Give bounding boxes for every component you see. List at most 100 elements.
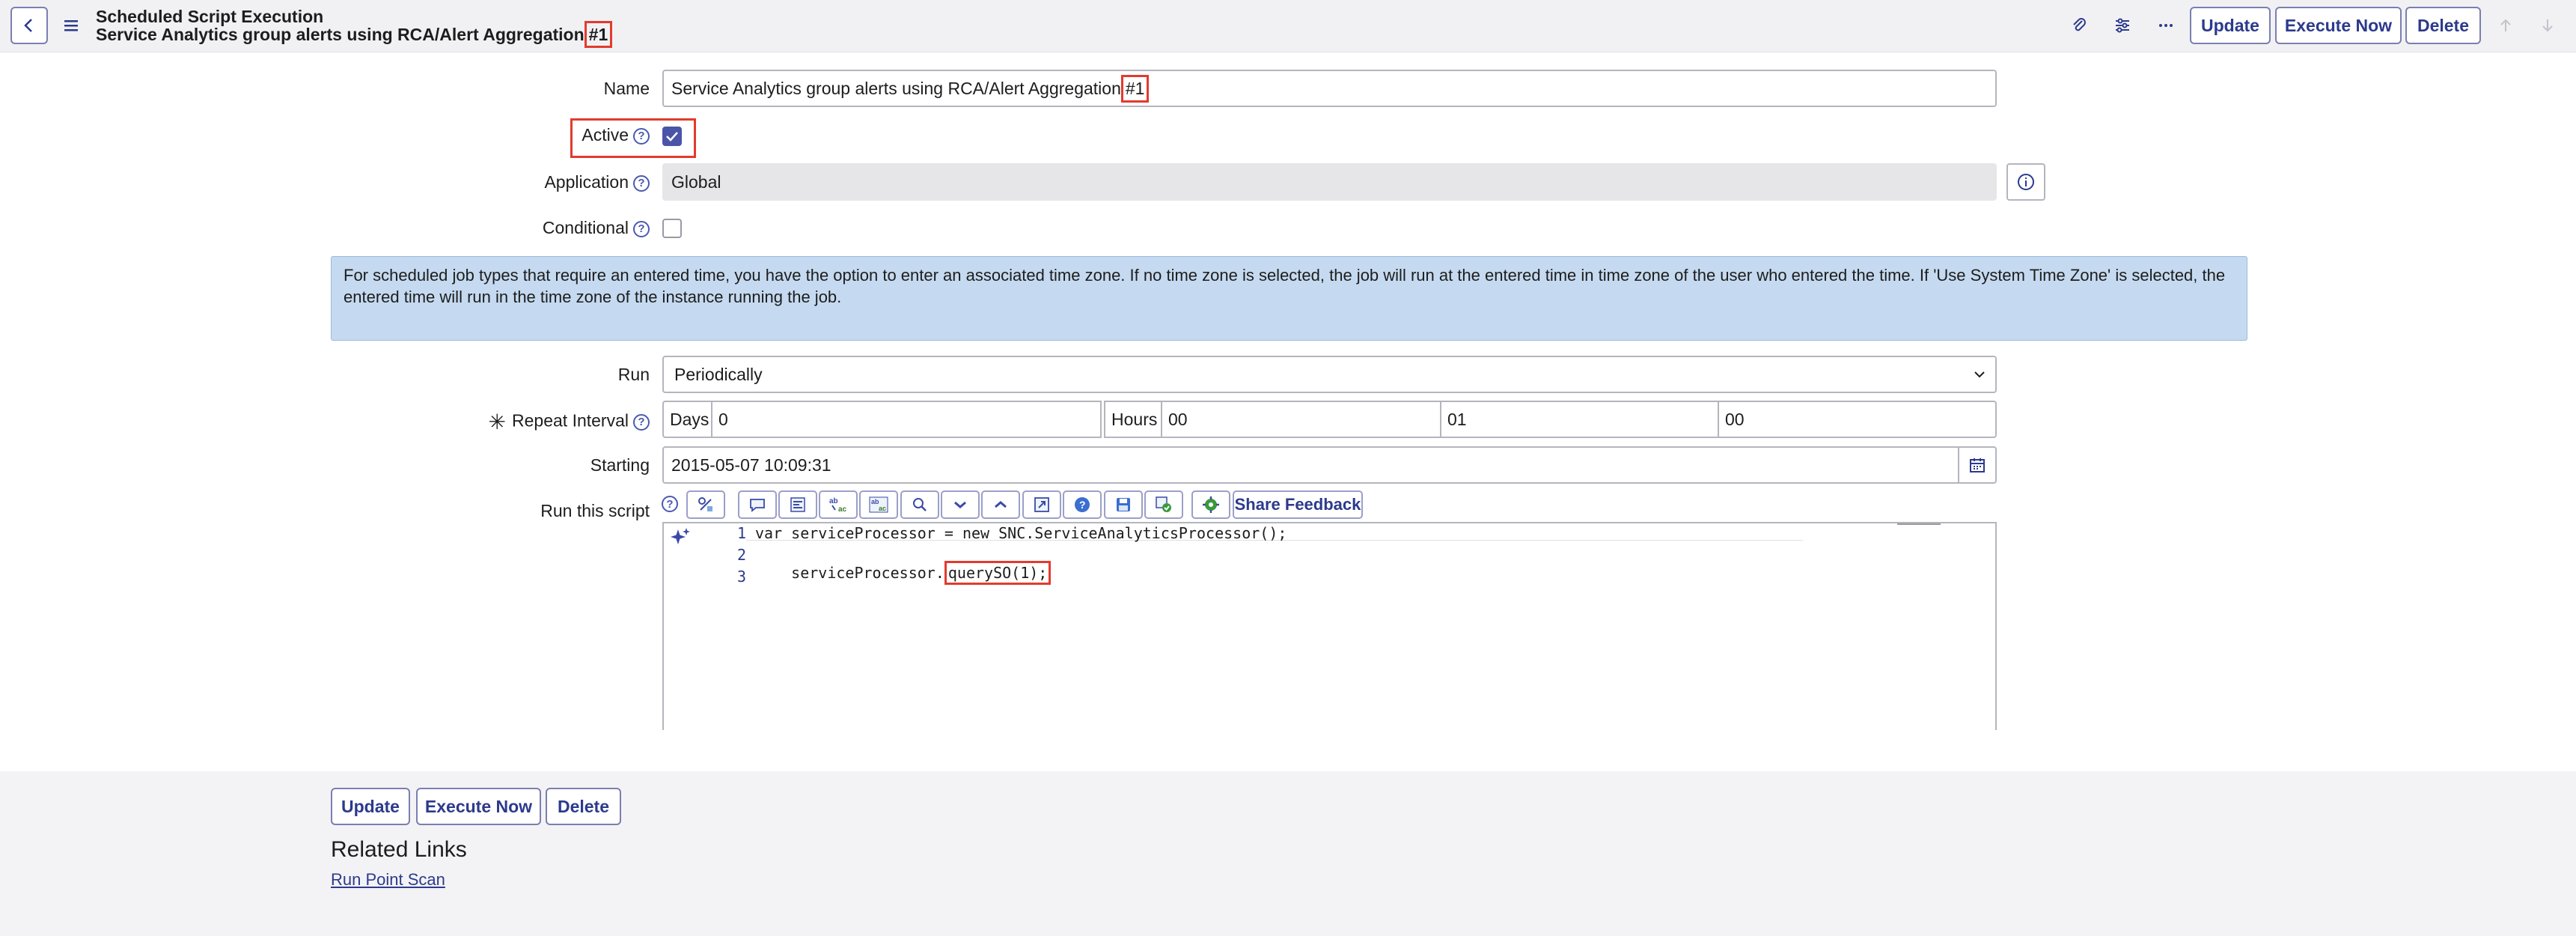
days-label: Days — [662, 401, 712, 438]
run-select[interactable]: Periodically — [662, 356, 1997, 393]
run-point-scan-link[interactable]: Run Point Scan — [331, 870, 445, 890]
starting-value: 2015-05-07 10:09:31 — [671, 455, 831, 475]
date-picker-button[interactable] — [1958, 446, 1997, 484]
application-info-button[interactable] — [2006, 163, 2045, 201]
name-label: Name — [603, 79, 650, 98]
editor-ruler-mark — [1897, 523, 1941, 525]
days-input[interactable]: 0 — [711, 401, 1102, 438]
related-links-title: Related Links — [331, 837, 467, 862]
gear-icon — [1203, 496, 1219, 513]
seconds-value: 00 — [1725, 409, 1745, 429]
search-icon — [913, 498, 927, 511]
conditional-checkbox[interactable] — [662, 219, 682, 238]
chevron-up-icon — [995, 501, 1007, 508]
application-label-text: Application — [544, 172, 629, 192]
next-record-button[interactable] — [2534, 12, 2561, 39]
name-field-suffix: #1 — [1120, 74, 1150, 103]
script-tools-button[interactable] — [1191, 490, 1230, 519]
debug-icon — [1156, 496, 1171, 512]
hours-label: Hours — [1104, 401, 1162, 438]
checkmark-icon — [666, 132, 678, 142]
expand-icon — [1034, 497, 1049, 512]
code-line-1: var serviceProcessor = new SNC.ServiceAn… — [755, 524, 1287, 542]
script-debugger-button[interactable] — [1144, 490, 1183, 519]
name-field[interactable]: Service Analytics group alerts using RCA… — [662, 70, 1997, 107]
help-button[interactable]: ? — [1063, 490, 1102, 519]
personalize-form-button[interactable] — [2109, 12, 2136, 39]
help-icon[interactable]: ? — [633, 413, 650, 431]
header-delete-button[interactable]: Delete — [2405, 7, 2481, 44]
code-line-2: serviceProcessor. querySO(1); — [755, 543, 1052, 603]
code-line-2-text: serviceProcessor. — [791, 564, 944, 582]
search-button[interactable] — [900, 490, 939, 519]
footer-update-button[interactable]: Update — [331, 788, 410, 825]
name-field-value: Service Analytics group alerts using RCA… — [671, 78, 1121, 98]
ellipsis-icon — [2159, 24, 2173, 27]
active-label: Active? — [582, 125, 650, 145]
starting-label: Starting — [590, 455, 650, 475]
replace-button[interactable]: ab ac — [819, 490, 858, 519]
svg-text:ac: ac — [838, 505, 847, 514]
run-this-script-label: Run this script — [540, 501, 650, 520]
attachment-button[interactable] — [2066, 12, 2093, 39]
format-code-button[interactable] — [778, 490, 817, 519]
active-label-text: Active — [582, 125, 629, 145]
back-button[interactable] — [10, 7, 48, 44]
run-label: Run — [617, 365, 650, 384]
arrow-up-icon — [2500, 19, 2511, 31]
mandatory-icon: ✳ — [488, 410, 507, 434]
application-value: Global — [671, 171, 721, 192]
footer-execute-now-button[interactable]: Execute Now — [416, 788, 541, 825]
script-editor[interactable]: 1 2 3 var serviceProcessor = new SNC.Ser… — [662, 522, 1997, 730]
header-execute-now-button[interactable]: Execute Now — [2275, 7, 2402, 44]
line-number: 2 — [736, 546, 746, 564]
help-icon[interactable]: ? — [633, 220, 650, 237]
share-feedback-button[interactable]: Share Feedback — [1233, 490, 1363, 519]
chevron-down-icon — [1974, 371, 1985, 378]
replace-all-icon: abac — [869, 496, 888, 513]
toggle-syntax-button[interactable] — [686, 490, 725, 519]
application-label: Application? — [544, 172, 650, 192]
chevron-down-icon — [954, 501, 966, 508]
more-options-button[interactable] — [2152, 12, 2179, 39]
hamburger-icon — [64, 20, 78, 31]
save-button[interactable] — [1104, 490, 1143, 519]
fullscreen-button[interactable] — [1022, 490, 1061, 519]
replace-all-button[interactable]: ab ac — [859, 490, 898, 519]
previous-record-button[interactable] — [2492, 12, 2519, 39]
code-line-2-highlight: querySO(1); — [944, 561, 1052, 585]
sliders-icon — [2116, 18, 2129, 33]
conditional-label-text: Conditional — [542, 218, 629, 237]
record-title-suffix: #1 — [584, 21, 613, 48]
seconds-input[interactable]: 00 — [1718, 401, 1997, 438]
help-icon[interactable]: ? — [633, 127, 650, 145]
run-select-value: Periodically — [674, 364, 763, 384]
help-icon[interactable]: ? — [633, 174, 650, 192]
sparkle-icon[interactable] — [670, 526, 692, 549]
syntax-toggle-icon — [698, 497, 712, 511]
header-update-button[interactable]: Update — [2190, 7, 2271, 44]
replace-icon: abac — [829, 497, 847, 514]
hours-label-text: Hours — [1111, 409, 1158, 429]
info-icon — [2018, 174, 2034, 190]
find-previous-button[interactable] — [981, 490, 1020, 519]
form-header: Scheduled Script Execution Service Analy… — [0, 0, 2576, 52]
footer-delete-button[interactable]: Delete — [546, 788, 621, 825]
arrow-down-icon — [2542, 19, 2553, 32]
application-field: Global — [662, 163, 1997, 201]
days-label-text: Days — [670, 409, 709, 429]
minutes-value: 01 — [1447, 409, 1467, 429]
active-checkbox[interactable] — [662, 127, 682, 146]
format-icon — [790, 497, 805, 512]
context-menu-button[interactable] — [60, 12, 82, 39]
help-icon[interactable]: ? — [662, 496, 678, 512]
chevron-left-icon — [24, 19, 32, 32]
hours-input[interactable]: 00 — [1161, 401, 1441, 438]
comment-button[interactable] — [738, 490, 777, 519]
minutes-input[interactable]: 01 — [1440, 401, 1719, 438]
repeat-interval-label: ✳ Repeat Interval? — [489, 410, 650, 434]
starting-field[interactable]: 2015-05-07 10:09:31 — [662, 446, 1959, 484]
conditional-label: Conditional? — [543, 218, 650, 238]
calendar-icon — [1970, 458, 1985, 472]
find-next-button[interactable] — [941, 490, 980, 519]
